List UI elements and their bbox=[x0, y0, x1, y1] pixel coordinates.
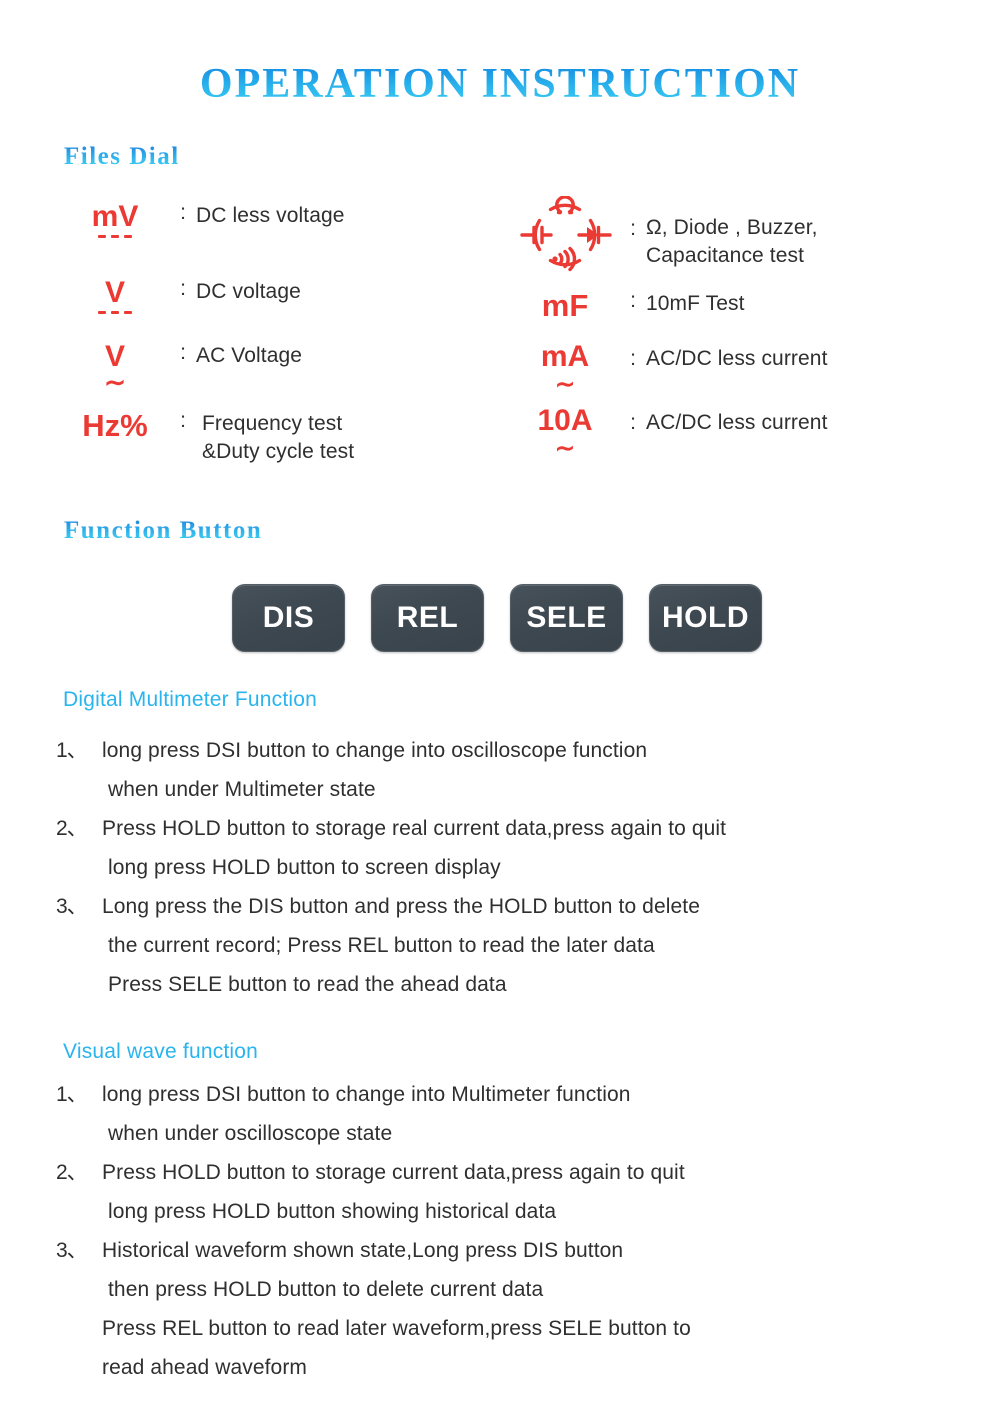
dial-separator: : bbox=[630, 289, 636, 312]
visual-wave-instruction-list: 1、 long press DSI button to change into … bbox=[56, 1075, 956, 1387]
dial-separator: : bbox=[180, 341, 186, 364]
list-item-text: when under Multimeter state bbox=[108, 778, 376, 802]
function-button-heading: Function Button bbox=[64, 517, 263, 544]
symbol-hz-text: Hz% bbox=[82, 408, 148, 443]
list-item: the current record; Press REL button to … bbox=[56, 926, 956, 965]
files-dial-heading: Files Dial bbox=[64, 143, 180, 170]
dial-desc-10a: AC/DC less current bbox=[646, 411, 828, 434]
dial-desc-ohm: Ω, Diode , Buzzer, Capacitance test bbox=[646, 216, 818, 267]
list-item-text: Historical waveform shown state,Long pre… bbox=[102, 1239, 624, 1263]
symbol-v-dc-text: V bbox=[104, 276, 125, 309]
list-item: 3、 Long press the DIS button and press t… bbox=[56, 887, 956, 926]
digital-multimeter-function-heading: Digital Multimeter Function bbox=[63, 688, 317, 711]
list-item-number: 1、 bbox=[56, 739, 88, 762]
list-item-text: long press DSI button to change into Mul… bbox=[102, 1083, 631, 1106]
dial-row-v-dc: V : DC voltage bbox=[60, 278, 301, 314]
list-item-text: Long press the DIS button and press the … bbox=[102, 895, 700, 919]
symbol-v-ac: V ∼ bbox=[60, 342, 170, 397]
list-item-text: the current record; Press REL button to … bbox=[108, 934, 655, 958]
dial-separator: : bbox=[630, 411, 636, 434]
dial-desc-mv: DC less voltage bbox=[196, 204, 345, 227]
dial-row-mv: mV : DC less voltage bbox=[60, 202, 345, 238]
list-item: 1、 long press DSI button to change into … bbox=[56, 1075, 956, 1114]
list-item: read ahead waveform bbox=[56, 1348, 956, 1387]
list-item-text: when under oscilloscope state bbox=[108, 1122, 393, 1146]
list-item: then press HOLD button to delete current… bbox=[56, 1270, 956, 1309]
dial-row-ma: mA ∼ : AC/DC less current bbox=[510, 342, 828, 397]
dial-row-10a: 10A ∼ : AC/DC less current bbox=[510, 406, 828, 461]
digital-multimeter-instruction-list: 1、 long press DSI button to change into … bbox=[56, 731, 956, 1004]
symbol-mv-text: mV bbox=[91, 200, 139, 233]
list-item-text: long press HOLD button showing historica… bbox=[108, 1200, 557, 1224]
visual-wave-function-heading: Visual wave function bbox=[63, 1040, 259, 1063]
dis-button[interactable]: DIS bbox=[232, 584, 345, 652]
list-item-number: 3、 bbox=[56, 1239, 88, 1263]
list-item-text: long press HOLD button to screen display bbox=[108, 856, 501, 880]
page-title: OPERATION INSTRUCTION bbox=[0, 60, 1000, 108]
symbol-v-dc: V bbox=[60, 278, 170, 314]
dc-marker-icon bbox=[98, 235, 132, 238]
dial-separator: : bbox=[180, 201, 186, 224]
hold-button[interactable]: HOLD bbox=[649, 584, 762, 652]
dial-separator: : bbox=[630, 217, 636, 240]
list-item: long press HOLD button showing historica… bbox=[56, 1192, 956, 1231]
rel-button[interactable]: REL bbox=[371, 584, 484, 652]
dc-marker-icon bbox=[98, 311, 132, 314]
sele-button[interactable]: SELE bbox=[510, 584, 623, 652]
list-item-number: 1、 bbox=[56, 1083, 88, 1106]
list-item-text: then press HOLD button to delete current… bbox=[108, 1278, 544, 1302]
dial-separator: : bbox=[180, 277, 186, 300]
symbol-mf-text: mF bbox=[541, 288, 589, 323]
dial-separator: : bbox=[180, 409, 186, 432]
list-item-text: Press HOLD button to storage current dat… bbox=[102, 1161, 685, 1185]
dial-desc-hz: Frequency test &Duty cycle test bbox=[202, 412, 355, 463]
dial-row-v-ac: V ∼ : AC Voltage bbox=[60, 341, 303, 397]
list-item-text: read ahead waveform bbox=[102, 1356, 308, 1380]
list-item: Press SELE button to read the ahead data bbox=[56, 965, 956, 1004]
dial-desc-ma: AC/DC less current bbox=[646, 347, 828, 370]
list-item: Press REL button to read later waveform,… bbox=[56, 1309, 956, 1348]
symbol-mv: mV bbox=[60, 202, 170, 238]
files-dial-table: mV : DC less voltage V: DC voltage V ∼ … bbox=[0, 196, 1000, 486]
list-item-text: long press DSI button to change into osc… bbox=[102, 739, 648, 762]
dial-desc-v-dc: DC voltage bbox=[196, 280, 301, 303]
symbol-ma: mA ∼ bbox=[510, 342, 620, 397]
dial-row-mf: mF : 10mF Test bbox=[510, 290, 745, 321]
list-item-number: 2、 bbox=[56, 1161, 88, 1185]
list-item: 3、 Historical waveform shown state,Long … bbox=[56, 1231, 956, 1270]
symbol-10a: 10A ∼ bbox=[510, 406, 620, 461]
acdc-marker-icon: ∼ bbox=[554, 371, 576, 398]
dial-separator: : bbox=[630, 347, 636, 370]
symbol-hz: Hz% bbox=[60, 410, 170, 441]
function-button-row: DIS REL SELE HOLD bbox=[232, 584, 762, 652]
ohm-diode-buzzer-capacitance-icon bbox=[520, 196, 612, 272]
list-item-number: 3、 bbox=[56, 895, 88, 919]
dial-row-ohm: : Ω, Diode , Buzzer, Capacitance test bbox=[510, 196, 818, 274]
list-item: long press HOLD button to screen display bbox=[56, 848, 956, 887]
list-item-number: 2、 bbox=[56, 817, 88, 841]
list-item: when under oscilloscope state bbox=[56, 1114, 956, 1153]
symbol-ma-text: mA bbox=[540, 340, 590, 373]
dial-desc-v-ac: AC Voltage bbox=[196, 344, 303, 367]
ac-marker-icon: ∼ bbox=[104, 367, 126, 397]
list-item: when under Multimeter state bbox=[56, 770, 956, 809]
list-item-text: Press REL button to read later waveform,… bbox=[102, 1317, 691, 1341]
symbol-10a-text: 10A bbox=[537, 404, 593, 437]
list-item: 2、 Press HOLD button to storage current … bbox=[56, 1153, 956, 1192]
list-item-text: Press HOLD button to storage real curren… bbox=[102, 817, 727, 841]
symbol-mf: mF bbox=[510, 290, 620, 321]
list-item: 1、 long press DSI button to change into … bbox=[56, 731, 956, 770]
acdc-marker-icon: ∼ bbox=[554, 435, 576, 462]
dial-desc-mf: 10mF Test bbox=[646, 292, 745, 315]
dial-row-hz: Hz% : Frequency test &Duty cycle test bbox=[60, 410, 354, 466]
ohm-dial-icon bbox=[510, 196, 620, 274]
list-item-text: Press SELE button to read the ahead data bbox=[108, 973, 507, 997]
list-item: 2、 Press HOLD button to storage real cur… bbox=[56, 809, 956, 848]
